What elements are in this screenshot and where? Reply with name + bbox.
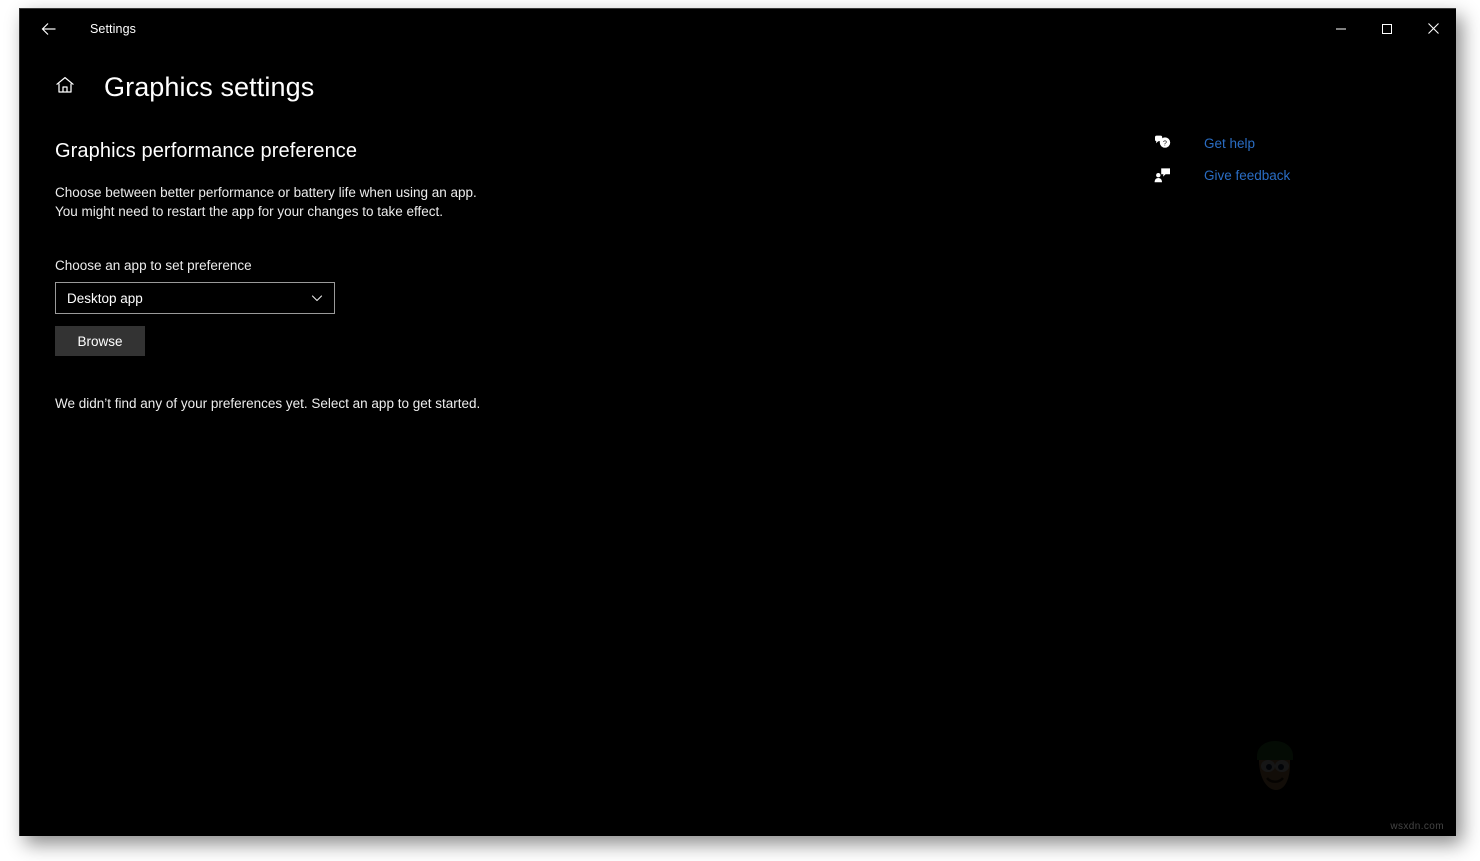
browse-button[interactable]: Browse bbox=[55, 326, 145, 356]
title-bar: Settings bbox=[20, 9, 1456, 49]
give-feedback-link[interactable]: Give feedback bbox=[1153, 161, 1343, 189]
settings-window: Settings Graphics settings Graphics perf… bbox=[19, 8, 1456, 836]
feedback-person-icon bbox=[1153, 166, 1175, 185]
close-icon bbox=[1427, 22, 1440, 35]
home-button[interactable] bbox=[45, 67, 85, 107]
section-title: Graphics performance preference bbox=[55, 140, 358, 162]
watermark-text: wsxdn.com bbox=[1390, 821, 1444, 832]
arrow-left-icon bbox=[39, 19, 59, 39]
maximize-button[interactable] bbox=[1364, 9, 1410, 48]
page-header: Graphics settings bbox=[20, 67, 314, 107]
app-type-select-value: Desktop app bbox=[67, 290, 143, 306]
window-controls bbox=[1318, 9, 1456, 49]
description-line-2: You might need to restart the app for yo… bbox=[55, 204, 443, 219]
chevron-down-icon bbox=[310, 283, 324, 313]
minimize-button[interactable] bbox=[1318, 9, 1364, 48]
app-select-label: Choose an app to set preference bbox=[55, 258, 252, 273]
give-feedback-label: Give feedback bbox=[1204, 167, 1291, 183]
window-title: Settings bbox=[90, 22, 136, 36]
svg-text:?: ? bbox=[1163, 140, 1167, 147]
right-rail: ? Get help Give feedback bbox=[1153, 129, 1343, 193]
home-icon bbox=[54, 74, 76, 101]
page-title: Graphics settings bbox=[104, 71, 315, 102]
section-description: Choose between better performance or bat… bbox=[55, 183, 525, 221]
close-button[interactable] bbox=[1410, 9, 1456, 48]
app-type-select[interactable]: Desktop app bbox=[55, 282, 335, 314]
description-line-1: Choose between better performance or bat… bbox=[55, 185, 477, 200]
get-help-link[interactable]: ? Get help bbox=[1153, 129, 1343, 157]
get-help-label: Get help bbox=[1204, 135, 1256, 151]
watermark-logo bbox=[1249, 738, 1301, 801]
main-content: Graphics performance preference Choose b… bbox=[55, 140, 875, 411]
maximize-icon bbox=[1381, 23, 1393, 35]
desktop-background: Settings Graphics settings Graphics perf… bbox=[0, 0, 1480, 861]
minimize-icon bbox=[1335, 23, 1347, 35]
help-bubble-icon: ? bbox=[1153, 134, 1175, 153]
back-button[interactable] bbox=[26, 13, 72, 45]
empty-state-message: We didn’t find any of your preferences y… bbox=[55, 396, 481, 411]
